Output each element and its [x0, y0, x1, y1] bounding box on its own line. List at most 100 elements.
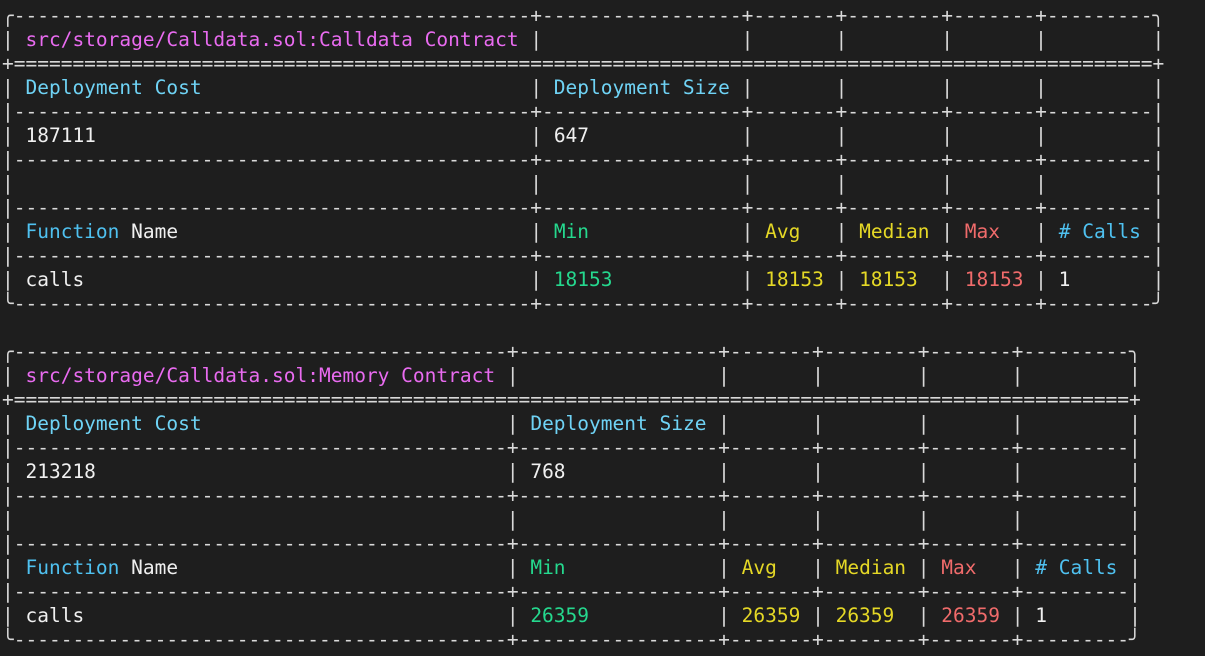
deployment-cost-value: 213218 [25, 460, 96, 483]
table-border: ╰---------------------------------------… [2, 628, 1141, 651]
table-row: | src/storage/Calldata.sol:Memory Contra… [2, 364, 1205, 388]
table-border: | [976, 556, 1036, 579]
contract-title: src/storage/Calldata.sol:Memory Contract [25, 364, 496, 387]
name-header-label: Name [131, 556, 179, 579]
median-header: Median [859, 220, 930, 243]
function-header-label: Function [25, 556, 120, 579]
table-border: | [2, 412, 26, 435]
name-header-label: Name [131, 220, 179, 243]
deployment-cost-label: Deployment Cost [25, 412, 202, 435]
table-row: | | | | | | | [2, 172, 1205, 196]
table-border: | [84, 268, 554, 291]
table-row: | Function Name | Min | Avg | Median | M… [2, 556, 1205, 580]
table-row: |---------------------------------------… [2, 436, 1205, 460]
table-row: |---------------------------------------… [2, 532, 1205, 556]
table-border: | [929, 220, 965, 243]
deployment-size-label: Deployment Size [553, 76, 730, 99]
table-row: ╭---------------------------------------… [2, 4, 1205, 28]
table-border: | [917, 268, 965, 291]
table-border: | [95, 460, 531, 483]
deployment-size-value: 647 [553, 124, 590, 147]
table-row: | 213218 | 768 | | | | | [2, 460, 1205, 484]
calls-value: 1 [1058, 268, 1071, 291]
table-row: | src/storage/Calldata.sol:Calldata Cont… [2, 28, 1205, 52]
table-border: | [894, 604, 942, 627]
table-border: | [178, 556, 531, 579]
median-value: 26359 [835, 604, 895, 627]
table-border: | [776, 556, 836, 579]
deployment-size-label: Deployment Size [530, 412, 707, 435]
table-border: +=======================================… [2, 52, 1165, 75]
table-row: |---------------------------------------… [2, 100, 1205, 124]
function-name: calls [25, 604, 85, 627]
table-border: | [1023, 268, 1059, 291]
avg-header: Avg [765, 220, 801, 243]
deployment-cost-value: 187111 [25, 124, 96, 147]
table-border: | | | | | [565, 460, 1141, 483]
deployment-cost-label: Deployment Cost [25, 76, 202, 99]
table-border: | | | | | | | [2, 172, 1165, 195]
table-border: |---------------------------------------… [2, 244, 1165, 267]
max-value: 26359 [941, 604, 1000, 627]
min-value: 26359 [530, 604, 590, 627]
contract-title: src/storage/Calldata.sol:Calldata Contra… [25, 28, 519, 51]
table-border: | [2, 220, 26, 243]
table-border: |---------------------------------------… [2, 148, 1165, 171]
table-row: ╭---------------------------------------… [2, 340, 1205, 364]
table-row: | Deployment Cost | Deployment Size | | … [2, 412, 1205, 436]
calls-value: 1 [1035, 604, 1047, 627]
table-border: | [1117, 556, 1141, 579]
table-border: | [2, 76, 26, 99]
table-border: | [612, 268, 766, 291]
table-row: ╰---------------------------------------… [2, 628, 1205, 652]
table-border: | [201, 76, 554, 99]
avg-value: 18153 [765, 268, 824, 291]
max-header: Max [941, 556, 977, 579]
table-border: | [2, 268, 26, 291]
table-border: | | | | | [706, 412, 1141, 435]
max-value: 18153 [964, 268, 1024, 291]
table-row: | | | | | | | [2, 508, 1205, 532]
table-border: | [800, 604, 836, 627]
avg-header: Avg [741, 556, 777, 579]
table-border [119, 220, 131, 243]
table-border: | [84, 604, 531, 627]
table-border: | | | | | | [495, 364, 1141, 387]
table-row: | 187111 | 647 | | | | | [2, 124, 1205, 148]
terminal-window: ╭---------------------------------------… [0, 0, 1205, 656]
table-border: | [178, 220, 554, 243]
table-row: | calls | 26359 | 26359 | 26359 | 26359 … [2, 604, 1205, 628]
avg-value: 26359 [741, 604, 801, 627]
min-value: 18153 [553, 268, 613, 291]
table-border: | [823, 268, 860, 291]
table-border: | [565, 556, 742, 579]
table-border: | | | | | [729, 76, 1165, 99]
table-border: | [2, 604, 26, 627]
table-border [119, 556, 131, 579]
calls-header: # Calls [1035, 556, 1118, 579]
table-border: | | | | | | [518, 28, 1165, 51]
table-row: | Deployment Cost | Deployment Size | | … [2, 76, 1205, 100]
table-border: | [2, 28, 26, 51]
table-border: ╭---------------------------------------… [2, 340, 1141, 363]
gas-report: ╭---------------------------------------… [2, 4, 1205, 652]
table-border: | [1140, 220, 1165, 243]
min-header: Min [553, 220, 590, 243]
table-border: | [589, 220, 766, 243]
table-border: |---------------------------------------… [2, 580, 1141, 603]
table-row: | Function Name | Min | Avg | Median | M… [2, 220, 1205, 244]
table-row: |---------------------------------------… [2, 148, 1205, 172]
table-border: |---------------------------------------… [2, 484, 1141, 507]
gas-table-1: ╭---------------------------------------… [2, 340, 1205, 652]
table-border: | [589, 604, 742, 627]
table-border: | [800, 220, 860, 243]
table-border: | [201, 412, 531, 435]
table-border: | [906, 556, 942, 579]
table-row: |---------------------------------------… [2, 580, 1205, 604]
table-border: | [1000, 220, 1059, 243]
table-border: |---------------------------------------… [2, 196, 1165, 219]
table-border: |---------------------------------------… [2, 532, 1141, 555]
max-header: Max [964, 220, 1001, 243]
function-name: calls [25, 268, 85, 291]
table-row: +=======================================… [2, 388, 1205, 412]
